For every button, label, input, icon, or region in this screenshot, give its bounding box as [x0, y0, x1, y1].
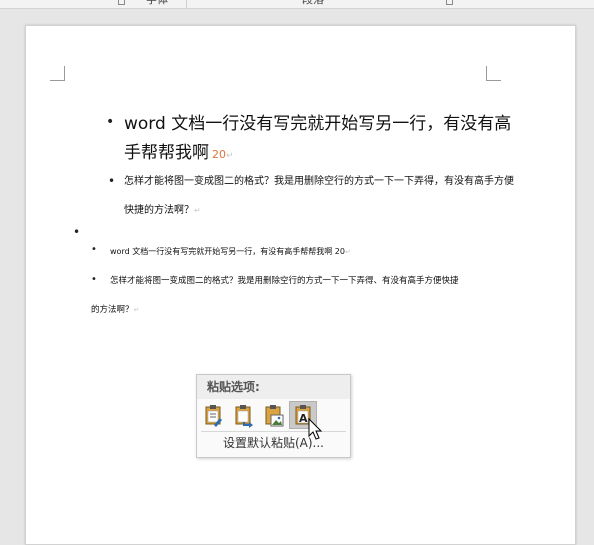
- paragraph-1-number: 20: [212, 148, 226, 161]
- bullet-icon: •: [91, 274, 97, 285]
- bullet-icon: •: [73, 225, 81, 239]
- paste-merge-formatting-button[interactable]: [229, 401, 257, 429]
- margin-corner-top-right-icon: [486, 66, 501, 81]
- paragraph-1-line-1[interactable]: word 文档一行没有写完就开始写另一行，有没有高: [124, 113, 511, 135]
- ribbon-group-font-label: 字体: [146, 0, 168, 6]
- ribbon-strip: 字体 段落: [0, 0, 594, 9]
- paragraph-5-line-1[interactable]: 怎样才能将图一变成图二的格式？我是用删除空行的方式一下一下弄得、有没有高手方便快…: [110, 275, 459, 287]
- paragraph-1-line-2[interactable]: 手帮帮我啊 20↵: [124, 142, 234, 167]
- paste-picture-button[interactable]: [259, 401, 287, 429]
- font-dialog-launcher-icon[interactable]: [118, 0, 125, 5]
- bullet-icon: •: [106, 114, 115, 130]
- margin-corner-top-left-icon: [50, 66, 65, 81]
- ribbon-separator: [186, 0, 187, 8]
- paragraph-2-line-1[interactable]: 怎样才能将图一变成图二的格式？我是用删除空行的方式一下一下弄得，有没有高手方便: [124, 175, 514, 189]
- paste-keep-source-formatting-button[interactable]: [199, 401, 227, 429]
- paragraph-mark: ↵: [226, 151, 234, 161]
- bullet-icon: •: [108, 174, 116, 188]
- paragraph-mark: ↵: [133, 306, 140, 314]
- popup-divider: [201, 431, 346, 432]
- paragraph-2-line-2[interactable]: 快捷的方法啊？↵: [124, 204, 201, 218]
- svg-text:A: A: [299, 412, 308, 425]
- bullet-icon: •: [91, 244, 97, 255]
- clipboard-brush-icon: [205, 405, 222, 427]
- mouse-pointer-icon: [308, 418, 323, 440]
- paragraph-4-line-1[interactable]: word 文档一行没有写完就开始写另一行，有没有高手帮帮我啊 20↵: [110, 246, 351, 258]
- paragraph-dialog-launcher-icon[interactable]: [446, 0, 453, 5]
- paste-options-title: 粘贴选项:: [197, 375, 350, 399]
- clipboard-arrow-icon: [235, 405, 253, 428]
- ribbon-group-paragraph-label: 段落: [302, 0, 324, 6]
- paragraph-mark: ↵: [194, 206, 201, 215]
- paragraph-5-line-2[interactable]: 的方法啊？↵: [91, 304, 139, 316]
- paragraph-mark: ↵: [344, 248, 351, 256]
- set-default-paste-link[interactable]: 设置默认粘贴(A)...: [197, 434, 350, 452]
- clipboard-picture-icon: [265, 405, 284, 427]
- paste-options-popup: 粘贴选项: A 设置默认粘贴(A)...: [196, 374, 351, 458]
